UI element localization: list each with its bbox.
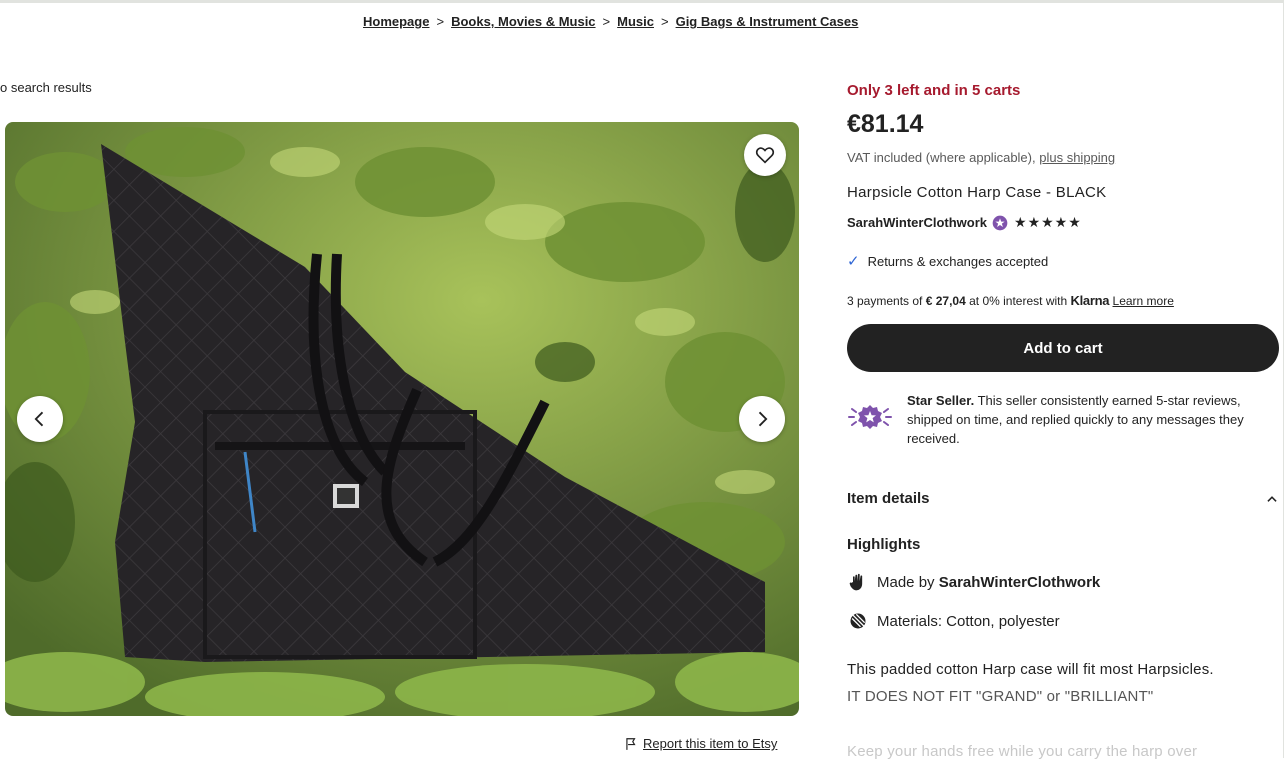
klarna-prefix: 3 payments of	[847, 294, 923, 308]
vat-text: VAT included (where applicable),	[847, 150, 1036, 165]
back-to-search-results-link[interactable]: o search results	[0, 80, 92, 95]
shipping-link[interactable]: plus shipping	[1039, 150, 1115, 165]
breadcrumb: Homepage > Books, Movies & Music > Music…	[363, 14, 858, 29]
klarna-logo: Klarna	[1070, 293, 1110, 308]
breadcrumb-books-movies-music[interactable]: Books, Movies & Music	[451, 14, 595, 29]
vat-notice: VAT included (where applicable), plus sh…	[847, 150, 1115, 165]
report-item-link[interactable]: Report this item to Etsy	[624, 736, 777, 751]
item-details-toggle[interactable]: Item details	[847, 490, 1279, 507]
report-item-label: Report this item to Etsy	[643, 736, 778, 751]
flag-icon	[626, 737, 636, 750]
returns-policy: ✓ Returns & exchanges accepted	[847, 252, 1048, 270]
breadcrumb-homepage[interactable]: Homepage	[363, 14, 429, 29]
highlights-heading: Highlights	[847, 536, 921, 553]
next-image-button[interactable]	[739, 396, 785, 442]
rating-stars[interactable]: ★★★★★	[1014, 214, 1082, 231]
description-line-2: IT DOES NOT FIT "GRAND" or "BRILLIANT"	[847, 688, 1154, 705]
materials-icon	[847, 610, 869, 632]
chevron-up-icon	[1267, 495, 1277, 502]
item-details-label: Item details	[847, 490, 930, 507]
klarna-amount: € 27,04	[925, 294, 966, 308]
star-seller-badge-icon	[848, 405, 892, 429]
seller-name-link[interactable]: SarahWinterClothwork	[847, 215, 987, 230]
klarna-installments: 3 payments of € 27,04 at 0% interest wit…	[847, 293, 1174, 308]
materials-row: Materials: Cotton, polyester	[847, 610, 1060, 632]
breadcrumb-separator: >	[602, 14, 611, 29]
breadcrumb-separator: >	[436, 14, 445, 29]
returns-text: Returns & exchanges accepted	[867, 253, 1049, 269]
made-by-seller-link[interactable]: SarahWinterClothwork	[939, 574, 1101, 591]
harp-case-photo	[5, 122, 799, 716]
made-by-row: Made by SarahWinterClothwork	[847, 571, 1100, 593]
check-icon: ✓	[847, 253, 860, 270]
breadcrumb-separator: >	[660, 14, 669, 29]
previous-image-button[interactable]	[17, 396, 63, 442]
materials-text: Materials: Cotton, polyester	[877, 612, 1060, 630]
hand-icon	[847, 571, 869, 593]
klarna-middle: at 0% interest with	[969, 294, 1068, 308]
chevron-left-icon	[34, 411, 44, 427]
product-image[interactable]	[5, 122, 799, 716]
heart-icon	[755, 147, 775, 164]
favorite-button[interactable]	[744, 134, 786, 176]
top-divider	[0, 0, 1284, 3]
add-to-cart-button[interactable]: Add to cart	[847, 324, 1279, 372]
star-seller-info: Star Seller. This seller consistently ea…	[847, 391, 1279, 448]
seller-row: SarahWinterClothwork ★★★★★	[847, 214, 1082, 231]
star-seller-badge-icon	[992, 215, 1008, 230]
breadcrumb-gig-bags[interactable]: Gig Bags & Instrument Cases	[676, 14, 859, 29]
price: €81.14	[847, 110, 924, 138]
made-by-prefix: Made by	[877, 573, 935, 591]
breadcrumb-music[interactable]: Music	[617, 14, 654, 29]
stock-notice: Only 3 left and in 5 carts	[847, 82, 1021, 99]
listing-title: Harpsicle Cotton Harp Case - BLACK	[847, 184, 1107, 201]
description-line-1: This padded cotton Harp case will fit mo…	[847, 661, 1214, 678]
klarna-learn-more-link[interactable]: Learn more	[1113, 294, 1174, 308]
star-seller-heading: Star Seller.	[907, 393, 975, 408]
description-line-3: Keep your hands free while you carry the…	[847, 743, 1198, 760]
chevron-right-icon	[758, 411, 768, 427]
